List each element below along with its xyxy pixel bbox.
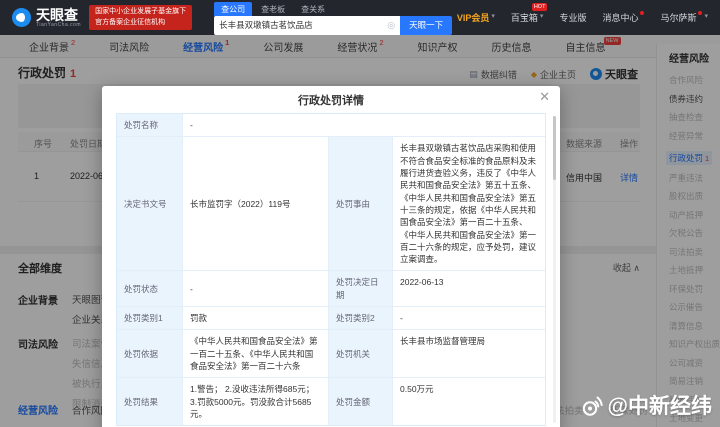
field-value: 长市监罚字（2022）119号 — [183, 137, 329, 271]
page: 天眼查 TianYanCha.com 国家中小企业发展子基金旗下 官方备案企业征… — [0, 0, 720, 427]
field-label: 处罚类别1 — [117, 307, 183, 330]
search-input[interactable] — [219, 20, 387, 30]
top-header: 天眼查 TianYanCha.com 国家中小企业发展子基金旗下 官方备案企业征… — [0, 0, 720, 35]
weibo-watermark: @中新经纬 — [580, 390, 712, 420]
logo-eye-icon — [12, 8, 31, 27]
field-label: 处罚金额 — [329, 378, 393, 425]
search-type-tab[interactable]: 查关系 — [294, 2, 332, 16]
modal-title: 行政处罚详情 — [298, 92, 364, 108]
logo-subtext: TianYanCha.com — [36, 22, 81, 28]
camera-icon[interactable]: ◎ — [387, 20, 395, 31]
tianyancha-logo[interactable]: 天眼查 TianYanCha.com — [12, 8, 81, 28]
field-label: 处罚决定日期 — [329, 271, 393, 307]
penalty-detail-table: 处罚名称 - 决定书文号 长市监罚字（2022）119号 处罚事由 长丰县双墩镇… — [116, 113, 546, 426]
header-nav-item[interactable]: VIP会员 ▾ — [457, 11, 495, 24]
field-value: - — [183, 114, 545, 137]
modal-table-row: 决定书文号 长市监罚字（2022）119号 处罚事由 长丰县双墩镇古茗饮品店采购… — [117, 137, 545, 271]
scrollbar-thumb[interactable] — [553, 116, 556, 180]
official-badge: 国家中小企业发展子基金旗下 官方备案企业征信机构 — [89, 5, 192, 30]
notification-dot — [640, 11, 644, 15]
field-value: - — [393, 307, 545, 330]
field-label: 处罚类别2 — [329, 307, 393, 330]
field-label: 处罚机关 — [329, 330, 393, 378]
modal-table-row: 处罚结果 1.警告； 2.没收违法所得685元； 3.罚款5000元。罚没款合计… — [117, 378, 545, 425]
penalty-detail-modal: 行政处罚详情 ✕ 处罚名称 - 决定书文号 长市监罚字（2022）119号 处罚… — [102, 86, 560, 427]
search-button[interactable]: 天眼一下 — [400, 16, 452, 35]
field-label: 处罚名称 — [117, 114, 183, 137]
field-label: 处罚事由 — [329, 137, 393, 271]
modal-table-row: 处罚依据 《中华人民共和国食品安全法》第一百二十五条、《中华人民共和国食品安全法… — [117, 330, 545, 378]
chevron-down-icon: ▾ — [540, 12, 544, 20]
field-value: 0.50万元 — [393, 378, 545, 425]
notification-dot — [698, 11, 702, 15]
modal-table-row: 处罚状态 - 处罚决定日期 2022-06-13 — [117, 271, 545, 307]
field-label: 处罚依据 — [117, 330, 183, 378]
field-value: 长丰县双墩镇古茗饮品店采购和使用不符合食品安全标准的食品原料及未履行进货查验义务… — [393, 137, 545, 271]
field-value: 1.警告； 2.没收违法所得685元； 3.罚款5000元。罚没款合计5685元… — [183, 378, 329, 425]
search-type-tab[interactable]: 查老板 — [254, 2, 292, 16]
header-nav-item[interactable]: HOT 百宝箱 ▾ — [511, 11, 544, 24]
chevron-down-icon: ▾ — [491, 12, 495, 20]
close-icon[interactable]: ✕ — [539, 90, 550, 103]
weibo-icon — [580, 393, 605, 418]
hot-badge: HOT — [532, 3, 548, 11]
modal-scrollbar[interactable] — [553, 116, 556, 423]
header-nav-item[interactable]: 马尔萨斯 ▾ — [660, 11, 708, 24]
field-value: 2022-06-13 — [393, 271, 545, 307]
field-value: 《中华人民共和国食品安全法》第一百二十五条、《中华人民共和国食品安全法》第一百二… — [183, 330, 329, 378]
modal-table-row: 处罚类别1 罚款 处罚类别2 - — [117, 307, 545, 330]
modal-table-row: 处罚名称 - — [117, 114, 545, 137]
logo-text: 天眼查 — [36, 8, 81, 22]
search-area: 查公司查老板查关系 ◎ 天眼一下 — [214, 1, 452, 35]
header-nav-item[interactable]: 专业版 — [559, 11, 586, 24]
search-type-tab[interactable]: 查公司 — [214, 2, 252, 16]
field-label: 处罚状态 — [117, 271, 183, 307]
field-value: - — [183, 271, 329, 307]
watermark-handle: @中新经纬 — [608, 390, 712, 420]
header-nav-item[interactable]: 消息中心 — [602, 11, 644, 24]
field-value: 长丰县市场监督管理局 — [393, 330, 545, 378]
field-label: 处罚结果 — [117, 378, 183, 425]
field-value: 罚款 — [183, 307, 329, 330]
field-label: 决定书文号 — [117, 137, 183, 271]
chevron-down-icon: ▾ — [704, 12, 708, 20]
